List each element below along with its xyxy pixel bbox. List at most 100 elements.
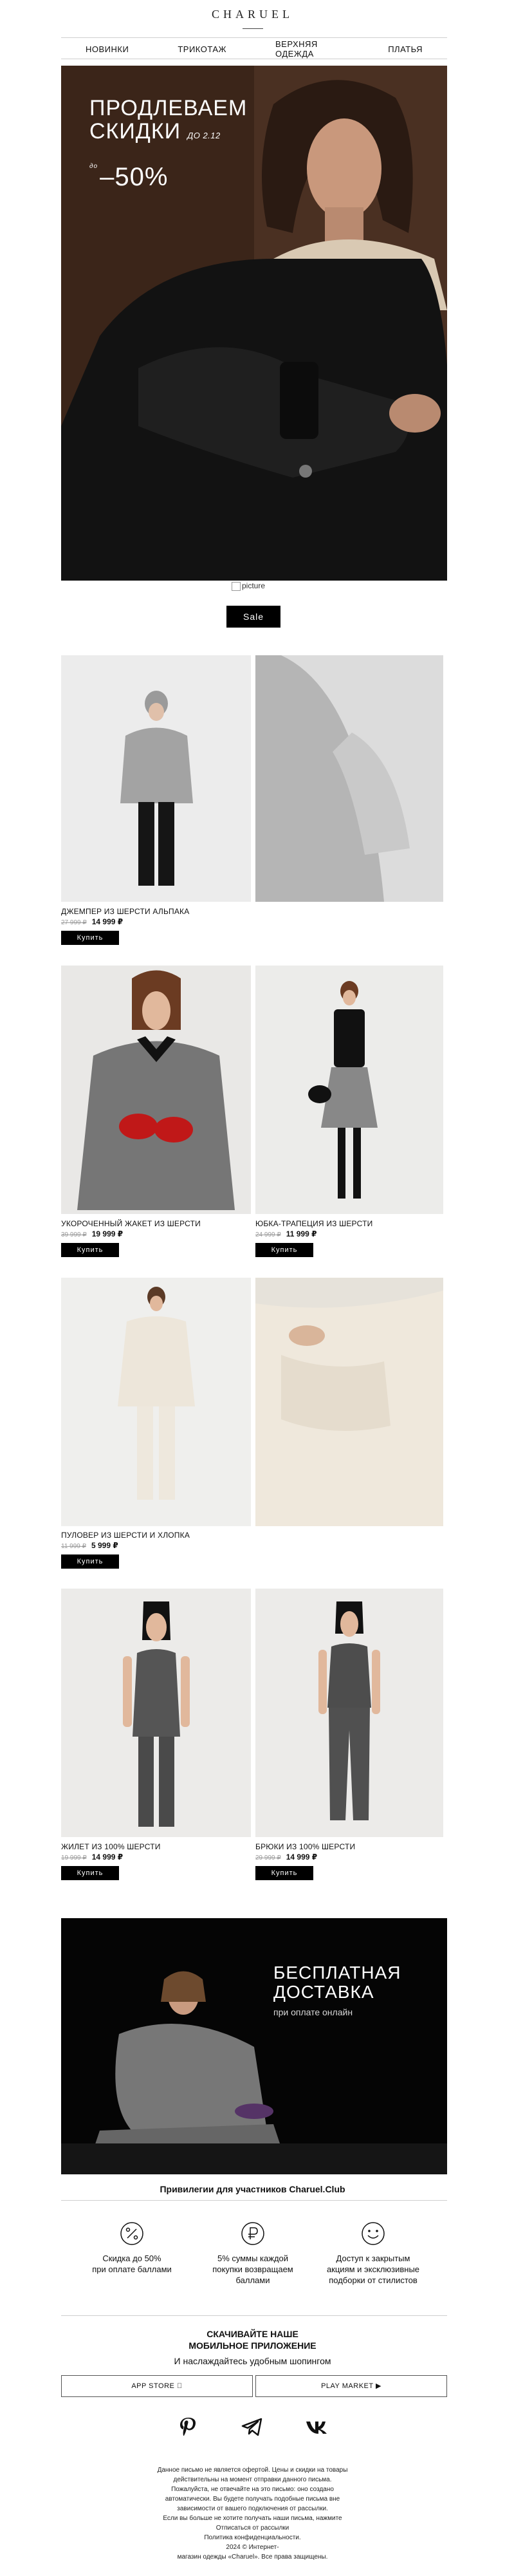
product-new-price: 14 999 ₽ <box>286 1853 318 1862</box>
product-name[interactable]: ЮБКА-ТРАПЕЦИЯ ИЗ ШЕРСТИ <box>255 1219 372 1228</box>
buy-button[interactable]: Купить <box>61 1243 119 1257</box>
nav-outerwear[interactable]: ВЕРХНЯЯ ОДЕЖДА <box>251 39 363 59</box>
product-name[interactable]: БРЮКИ ИЗ 100% ШЕРСТИ <box>255 1842 355 1851</box>
product-old-price: 19 999 ₽ <box>61 1854 87 1862</box>
pinterest-icon[interactable] <box>175 2414 201 2440</box>
promo-subtitle: при оплате онлайн <box>273 2007 353 2017</box>
apple-icon:  <box>177 2382 183 2390</box>
buy-button[interactable]: Купить <box>255 1243 313 1257</box>
hero-title-line2-text: СКИДКИ <box>89 119 181 144</box>
percent-icon <box>120 2222 143 2245</box>
product-price: 27 999 ₽ 14 999 ₽ <box>61 917 123 926</box>
product-new-price: 14 999 ₽ <box>91 917 124 926</box>
play-icon: ▶ <box>375 2382 381 2390</box>
footer-line: действительны на момент отправки данного… <box>173 2476 332 2483</box>
product-image-skirt[interactable] <box>255 966 443 1214</box>
nav-knitwear[interactable]: ТРИКОТАЖ <box>153 44 251 54</box>
unsubscribe-link[interactable]: Отписаться от рассылки <box>0 2523 505 2533</box>
buy-button[interactable]: Купить <box>61 1866 119 1880</box>
broken-image: picture <box>232 581 265 591</box>
perk-line: баллами <box>235 2275 270 2285</box>
product-price: 39 999 ₽ 19 999 ₽ <box>61 1229 123 1238</box>
perk-line: покупки возвращаем <box>212 2264 293 2274</box>
promo-title-line2: ДОСТАВКА <box>273 1982 374 2002</box>
app-title-line2: МОБИЛЬНОЕ ПРИЛОЖЕНИЕ <box>188 2340 317 2351</box>
product-name[interactable]: ЖИЛЕТ ИЗ 100% ШЕРСТИ <box>61 1842 161 1851</box>
play-market-label: PLAY MARKET <box>321 2382 374 2390</box>
product-old-price: 39 999 ₽ <box>61 1231 87 1238</box>
footer-line: Данное письмо не является офертой. Цены … <box>157 2467 348 2474</box>
hero-discount: до–50% <box>89 163 247 192</box>
footer-line: Пожалуйста, не отвечайте на это письмо: … <box>171 2486 334 2493</box>
promo-title-line1: БЕСПЛАТНАЯ <box>273 1963 401 1983</box>
product-new-price: 14 999 ₽ <box>91 1853 124 1862</box>
club-divider-top <box>61 2200 447 2201</box>
privacy-policy-link[interactable]: Политика конфиденциальности. <box>0 2533 505 2543</box>
product-image-jacket[interactable] <box>61 966 251 1214</box>
product-new-price: 5 999 ₽ <box>91 1541 118 1550</box>
perk-line: подборки от стилистов <box>329 2275 418 2285</box>
nav-top-divider <box>61 37 447 38</box>
footer-line: автоматически. Вы будете получать подобн… <box>165 2496 340 2503</box>
product-name[interactable]: ПУЛОВЕР ИЗ ШЕРСТИ И ХЛОПКА <box>61 1531 190 1540</box>
smile-icon <box>362 2222 385 2245</box>
footer-line: магазин одежды «Charuel». Все права защи… <box>177 2553 328 2561</box>
nav-new[interactable]: НОВИНКИ <box>61 44 153 54</box>
product-name[interactable]: ДЖЕМПЕР ИЗ ШЕРСТИ АЛЬПАКА <box>61 907 189 916</box>
app-subtitle: И наслаждайтесь удобным шопингом <box>174 2356 331 2366</box>
perk-line: Доступ к закрытым <box>336 2254 410 2263</box>
free-delivery-banner[interactable]: БЕСПЛАТНАЯ ДОСТАВКА при оплате онлайн <box>61 1918 447 2174</box>
perk-exclusive: Доступ к закрытым акциям и эксклюзивные … <box>315 2221 431 2286</box>
app-title-line1: СКАЧИВАЙТЕ НАШЕ <box>207 2329 298 2339</box>
vk-icon[interactable] <box>304 2414 329 2440</box>
hero-date: ДО 2.12 <box>187 131 221 140</box>
hero-title-line1: ПРОДЛЕВАЕМ <box>89 96 248 120</box>
telegram-icon[interactable] <box>239 2414 265 2440</box>
hero-title-line2: СКИДКИ ДО 2.12 <box>89 120 247 147</box>
product-old-price: 27 999 ₽ <box>61 919 87 926</box>
perk-line: акциям и эксклюзивные <box>326 2264 420 2274</box>
product-image-jumper[interactable] <box>61 655 251 902</box>
app-store-button[interactable]: APP STORE  <box>61 2375 253 2397</box>
buy-button[interactable]: Купить <box>61 931 119 945</box>
sale-button[interactable]: Sale <box>226 606 280 628</box>
buy-button[interactable]: Купить <box>61 1554 119 1569</box>
footer-line: Если вы больше не хотите получать наши п… <box>163 2515 342 2522</box>
promo-photo <box>61 1918 447 2174</box>
hero-discount-value: –50% <box>100 163 169 191</box>
product-old-price: 24 999 ₽ <box>255 1231 281 1238</box>
brand-logo[interactable]: CHARUEL <box>0 8 505 21</box>
product-image-vest[interactable] <box>61 1589 251 1837</box>
product-name[interactable]: УКОРОЧЕННЫЙ ЖАКЕТ ИЗ ШЕРСТИ <box>61 1219 201 1228</box>
app-store-label: APP STORE <box>131 2382 175 2390</box>
app-title: СКАЧИВАЙТЕ НАШЕ МОБИЛЬНОЕ ПРИЛОЖЕНИЕ <box>0 2328 505 2351</box>
product-image-trousers[interactable] <box>255 1589 443 1837</box>
product-image-jumper-detail[interactable] <box>255 655 443 902</box>
product-image-pullover-detail[interactable] <box>255 1278 443 1526</box>
product-new-price: 19 999 ₽ <box>91 1229 124 1238</box>
club-title: Привилегии для участников Charuel.Club <box>160 2184 345 2194</box>
perk-cashback: 5% суммы каждой покупки возвращаем балла… <box>195 2221 311 2286</box>
product-price: 24 999 ₽ 11 999 ₽ <box>255 1229 317 1238</box>
product-old-price: 11 999 ₽ <box>61 1543 86 1550</box>
buy-button[interactable]: Купить <box>255 1866 313 1880</box>
product-price: 19 999 ₽ 14 999 ₽ <box>61 1853 123 1862</box>
footer-line: зависимости от вашего подключения от рас… <box>177 2505 328 2512</box>
nav-dresses[interactable]: ПЛАТЬЯ <box>363 44 447 54</box>
logo-underline <box>243 28 263 29</box>
perk-line: Скидка до 50% <box>102 2254 161 2263</box>
perk-line: при оплате баллами <box>92 2264 172 2274</box>
product-old-price: 29 999 ₽ <box>255 1854 281 1862</box>
club-divider-bottom <box>61 2315 447 2316</box>
broken-image-icon <box>232 581 241 591</box>
promo-text: БЕСПЛАТНАЯ ДОСТАВКА при оплате онлайн <box>273 1963 401 2018</box>
product-new-price: 11 999 ₽ <box>286 1229 317 1238</box>
product-price: 29 999 ₽ 14 999 ₽ <box>255 1853 317 1862</box>
perk-line: 5% суммы каждой <box>217 2254 289 2263</box>
main-nav: НОВИНКИ ТРИКОТАЖ ВЕРХНЯЯ ОДЕЖДА ПЛАТЬЯ <box>61 39 447 59</box>
hero-banner[interactable]: ПРОДЛЕВАЕМ СКИДКИ ДО 2.12 до–50% <box>61 66 447 581</box>
broken-image-alt: picture <box>242 581 266 590</box>
perk-discount: Скидка до 50% при оплате баллами <box>74 2221 190 2275</box>
play-market-button[interactable]: PLAY MARKET ▶ <box>255 2375 447 2397</box>
product-image-pullover[interactable] <box>61 1278 251 1526</box>
